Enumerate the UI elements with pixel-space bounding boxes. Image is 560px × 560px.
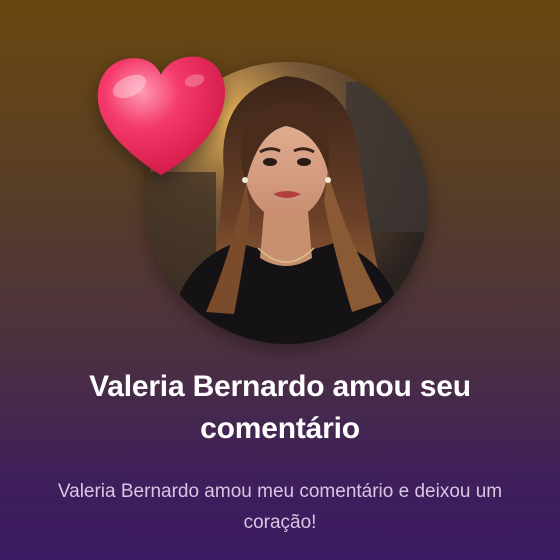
notification-message: Valeria Bernardo amou meu comentário e d… xyxy=(57,481,503,533)
notification-title: Valeria Bernardo amou seu comentário xyxy=(89,370,471,445)
heart-icon xyxy=(97,56,226,176)
notification-card: Valeria Bernardo amou seu comentário Val… xyxy=(0,0,560,560)
